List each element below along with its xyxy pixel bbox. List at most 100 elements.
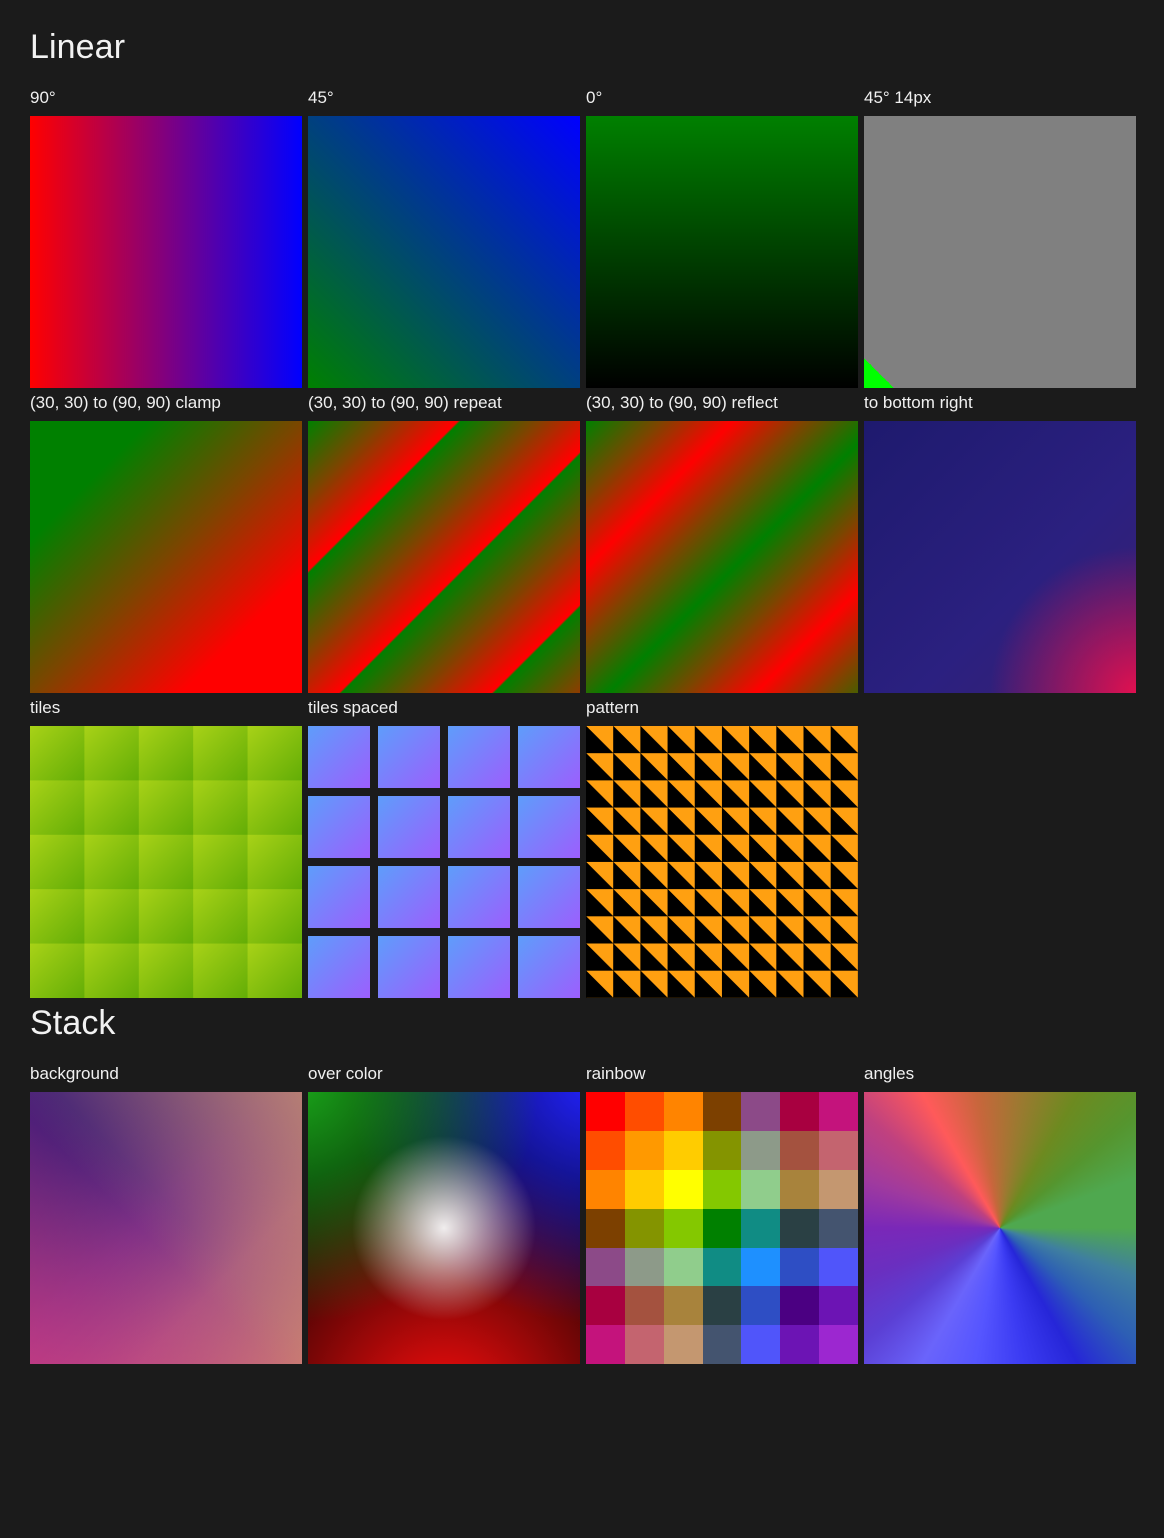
rainbow-cell <box>780 1131 820 1170</box>
swatch-cell-angles: angles <box>864 1065 1136 1365</box>
swatch-90deg <box>30 116 302 389</box>
rainbow-cell <box>819 1325 858 1365</box>
swatch-cell-0deg: 0° <box>586 88 858 389</box>
swatch-45deg-14px <box>864 116 1136 389</box>
tile <box>518 866 580 929</box>
swatch-label-tiles: tiles <box>30 698 61 718</box>
swatch-45deg <box>308 116 580 389</box>
tile <box>518 796 580 859</box>
stack-row-1: background over color rainbow angles <box>30 1064 1136 1365</box>
rainbow-cell <box>702 1169 742 1209</box>
rainbow-cell <box>780 1247 820 1287</box>
rainbow-cell <box>741 1208 781 1248</box>
tile <box>448 796 510 859</box>
section-stack: Stack background over color rainbow angl… <box>30 1004 1136 1365</box>
rainbow-cell <box>819 1131 858 1170</box>
swatch-label-repeat: (30, 30) to (90, 90) repeat <box>308 393 502 413</box>
rainbow-cell <box>586 1169 625 1209</box>
tile <box>308 866 370 929</box>
swatch-cell-rainbow: rainbow <box>586 1064 858 1365</box>
swatch-cell-to-bottom-right: to bottom right <box>864 393 1136 694</box>
swatch-label-tiles-spaced: tiles spaced <box>308 698 398 718</box>
swatch-label-over-color: over color <box>308 1064 383 1084</box>
rainbow-cell <box>702 1208 742 1248</box>
rainbow-cell <box>702 1131 742 1170</box>
swatch-reflect <box>586 421 858 694</box>
swatch-label-rainbow: rainbow <box>586 1064 646 1084</box>
swatch-rainbow <box>586 1092 858 1365</box>
tile <box>448 936 510 999</box>
rainbow-cell <box>741 1131 781 1170</box>
rainbow-cell <box>819 1286 858 1326</box>
rainbow-cell <box>741 1247 781 1287</box>
section-linear: Linear 90° 45° 0° 45° 14px (30, 30) to (… <box>30 28 1136 999</box>
rainbow-cell <box>624 1247 664 1287</box>
swatch-label-45deg: 45° <box>308 88 334 108</box>
tile <box>308 936 370 999</box>
rainbow-cell <box>819 1169 858 1209</box>
rainbow-cell <box>702 1092 742 1132</box>
swatch-over-color <box>308 1092 580 1365</box>
swatch-repeat <box>308 421 580 694</box>
swatch-label-clamp: (30, 30) to (90, 90) clamp <box>30 393 221 413</box>
rainbow-cell <box>663 1092 703 1132</box>
rainbow-cell <box>780 1325 820 1365</box>
rainbow-cell <box>663 1247 703 1287</box>
swatch-label-background: background <box>30 1064 119 1084</box>
swatch-cell-tiles: tiles <box>30 698 302 999</box>
swatch-label-pattern: pattern <box>586 698 639 718</box>
rainbow-cell <box>819 1208 858 1248</box>
swatch-cell-pattern: pattern <box>586 698 858 999</box>
rainbow-cell <box>702 1325 742 1365</box>
swatch-label-90deg: 90° <box>30 88 56 108</box>
tile <box>378 936 440 999</box>
rainbow-cell <box>741 1325 781 1365</box>
rainbow-cell <box>819 1092 858 1132</box>
swatch-cell-background: background <box>30 1064 302 1365</box>
rainbow-cell <box>624 1131 664 1170</box>
rainbow-cell <box>780 1169 820 1209</box>
section-heading-linear: Linear <box>30 28 126 66</box>
swatch-label-0deg: 0° <box>586 88 603 108</box>
rainbow-cell <box>780 1286 820 1326</box>
linear-row-3: tiles tiles spaced pattern <box>30 698 1136 999</box>
rainbow-cell <box>819 1247 858 1287</box>
swatch-cell-repeat: (30, 30) to (90, 90) repeat <box>308 393 580 694</box>
rainbow-cell <box>702 1247 742 1287</box>
gradient-gallery-page: Linear 90° 45° 0° 45° 14px (30, 30) to (… <box>0 0 1164 1365</box>
rainbow-cell <box>663 1286 703 1326</box>
swatch-angles <box>864 1092 1136 1365</box>
rainbow-cell <box>780 1208 820 1248</box>
tile <box>448 866 510 929</box>
rainbow-cell <box>702 1286 742 1326</box>
tile <box>308 796 370 859</box>
rainbow-cell <box>586 1325 625 1365</box>
tile <box>308 726 370 789</box>
swatch-pattern <box>586 726 858 999</box>
swatch-cell-tiles-spaced: tiles spaced <box>308 698 580 999</box>
swatch-label-45deg-14px: 45° 14px <box>864 88 932 108</box>
swatch-tiles-spaced <box>308 726 580 999</box>
rainbow-cell <box>586 1092 625 1132</box>
swatch-tiles <box>30 726 302 999</box>
rainbow-cell <box>624 1325 664 1365</box>
swatch-clamp <box>30 421 302 694</box>
swatch-background <box>30 1092 302 1365</box>
swatch-to-bottom-right <box>864 421 1136 694</box>
rainbow-cell <box>586 1131 625 1170</box>
tile <box>518 726 580 789</box>
rainbow-cell <box>586 1247 625 1287</box>
tile <box>518 936 580 999</box>
swatch-label-to-bottom-right: to bottom right <box>864 393 973 413</box>
swatch-cell-reflect: (30, 30) to (90, 90) reflect <box>586 394 858 694</box>
rainbow-cell <box>663 1325 703 1365</box>
swatch-cell-over-color: over color <box>308 1064 580 1365</box>
rainbow-cell <box>663 1131 703 1170</box>
rainbow-cell <box>741 1169 781 1209</box>
swatch-cell-45deg-14px: 45° 14px <box>864 88 1136 389</box>
rainbow-cell <box>624 1092 664 1132</box>
tile <box>378 866 440 929</box>
swatch-cell-empty <box>864 699 1136 998</box>
linear-row-1: 90° 45° 0° 45° 14px <box>30 88 1136 389</box>
swatch-cell-90deg: 90° <box>30 88 302 389</box>
